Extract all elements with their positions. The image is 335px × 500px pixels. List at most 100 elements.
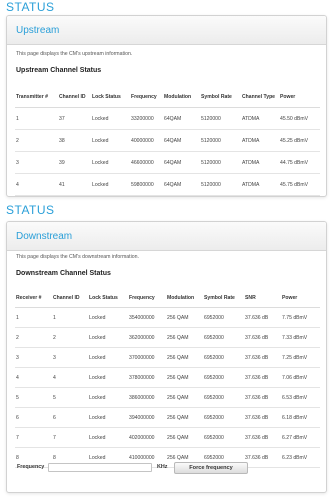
frequency-input[interactable] <box>48 463 152 472</box>
downstream-panel: Downstream This page displays the CM's d… <box>6 221 327 493</box>
column-header: Frequency <box>128 288 166 308</box>
table-cell: 39 <box>58 151 91 174</box>
table-cell: 6.18 dBmV <box>281 407 320 428</box>
table-cell: 5120000 <box>200 173 241 196</box>
table-cell: Locked <box>88 307 128 328</box>
table-cell: ATDMA <box>241 173 279 196</box>
column-header: Channel Type <box>241 86 279 108</box>
table-row: 2 2 Locked 362000000 256 QAM 6952000 37.636 dB… <box>15 327 320 348</box>
table-cell: 2 <box>15 129 58 152</box>
table-cell: 7 <box>15 427 52 448</box>
table-cell: 7.75 dBmV <box>281 307 320 328</box>
table-row: 4 41 Locked 59800000 64QAM 5120000 ATDMA 45.75 … <box>15 173 320 196</box>
table-cell: Locked <box>91 173 130 196</box>
table-cell: 6 <box>52 407 88 428</box>
table-row: 7 7 Locked 402000000 256 QAM 6952000 37.636 dB… <box>15 427 320 448</box>
table-cell: 46600000 <box>130 151 163 174</box>
table-cell: 6.27 dBmV <box>281 427 320 448</box>
table-cell: 59800000 <box>130 173 163 196</box>
table-cell: 5120000 <box>200 129 241 152</box>
table-cell: Locked <box>88 427 128 448</box>
force-frequency-button[interactable]: Force frequency <box>174 462 248 474</box>
table-cell: 37.636 dB <box>244 347 281 368</box>
table-cell: 40000000 <box>130 129 163 152</box>
column-header: Lock Status <box>88 288 128 308</box>
downstream-description: This page displays the CM's downstream i… <box>16 254 139 260</box>
table-cell: 45.50 dBmV <box>279 107 320 130</box>
table-cell: 6.53 dBmV <box>281 387 320 408</box>
upstream-table-title: Upstream Channel Status <box>16 67 102 74</box>
table-cell: 45.25 dBmV <box>279 129 320 152</box>
column-header: Frequency <box>130 86 163 108</box>
table-cell: 1 <box>15 107 58 130</box>
table-cell: 6952000 <box>203 307 244 328</box>
column-header: Modulation <box>163 86 200 108</box>
force-frequency-form: Frequency KHz Force frequency <box>17 462 317 475</box>
column-header: Channel ID <box>52 288 88 308</box>
column-header: SNR <box>244 288 281 308</box>
column-header: Receiver # <box>15 288 52 308</box>
table-cell: 354000000 <box>128 307 166 328</box>
table-cell: Locked <box>91 107 130 130</box>
table-cell: ATDMA <box>241 129 279 152</box>
table-cell: 6952000 <box>203 347 244 368</box>
table-cell: 6952000 <box>203 407 244 428</box>
table-cell: 38 <box>58 129 91 152</box>
table-cell: 386000000 <box>128 387 166 408</box>
table-cell: 44.75 dBmV <box>279 151 320 174</box>
table-row: 2 38 Locked 40000000 64QAM 5120000 ATDMA 45.25 … <box>15 129 320 152</box>
table-cell: 256 QAM <box>166 347 203 368</box>
table-cell: 37.636 dB <box>244 367 281 388</box>
table-cell: ATDMA <box>241 151 279 174</box>
downstream-panel-title: Downstream <box>7 222 326 251</box>
table-cell: 2 <box>15 327 52 348</box>
table-cell: 64QAM <box>163 173 200 196</box>
table-cell: 6952000 <box>203 327 244 348</box>
table-cell: Locked <box>88 327 128 348</box>
table-cell: 378000000 <box>128 367 166 388</box>
table-row: 3 3 Locked 370000000 256 QAM 6952000 37.636 dB… <box>15 347 320 368</box>
table-cell: 6952000 <box>203 427 244 448</box>
column-header: Symbol Rate <box>200 86 241 108</box>
table-cell: 5120000 <box>200 107 241 130</box>
table-cell: 41 <box>58 173 91 196</box>
table-cell: 37.636 dB <box>244 427 281 448</box>
table-cell: 5 <box>15 387 52 408</box>
table-row: 4 4 Locked 378000000 256 QAM 6952000 37.636 dB… <box>15 367 320 388</box>
downstream-channel-table: Receiver # Channel ID Lock Status Frequency… <box>15 288 320 468</box>
table-cell: 7.25 dBmV <box>281 347 320 368</box>
table-row: 5 5 Locked 386000000 256 QAM 6952000 37.636 dB… <box>15 387 320 408</box>
upstream-channel-table: Transmitter # Channel ID Lock Status Freque… <box>15 86 320 196</box>
table-cell: 37.636 dB <box>244 327 281 348</box>
table-cell: 1 <box>52 307 88 328</box>
table-cell: 7.06 dBmV <box>281 367 320 388</box>
table-row: 1 37 Locked 33200000 64QAM 5120000 ATDMA 45.50 … <box>15 107 320 130</box>
column-header: Power <box>279 86 320 108</box>
table-cell: Locked <box>88 407 128 428</box>
table-cell: 370000000 <box>128 347 166 368</box>
table-cell: 5 <box>52 387 88 408</box>
table-cell: 3 <box>15 347 52 368</box>
column-header: Power <box>281 288 320 308</box>
table-cell: 256 QAM <box>166 367 203 388</box>
frequency-label: Frequency <box>17 464 45 470</box>
column-header: Symbol Rate <box>203 288 244 308</box>
table-cell: 256 QAM <box>166 327 203 348</box>
table-cell: 7 <box>52 427 88 448</box>
table-cell: Locked <box>91 151 130 174</box>
table-cell: Locked <box>91 129 130 152</box>
table-cell: 2 <box>52 327 88 348</box>
table-cell: 394000000 <box>128 407 166 428</box>
table-cell: 37 <box>58 107 91 130</box>
column-header: Transmitter # <box>15 86 58 108</box>
table-cell: 64QAM <box>163 107 200 130</box>
table-cell: Locked <box>88 367 128 388</box>
upstream-description: This page displays the CM's upstream inf… <box>16 51 133 57</box>
table-cell: 4 <box>52 367 88 388</box>
table-cell: 402000000 <box>128 427 166 448</box>
frequency-unit-label: KHz <box>157 464 168 470</box>
upstream-section-heading: STATUS <box>6 0 55 14</box>
table-cell: 1 <box>15 307 52 328</box>
table-cell: 37.636 dB <box>244 307 281 328</box>
column-header: Modulation <box>166 288 203 308</box>
